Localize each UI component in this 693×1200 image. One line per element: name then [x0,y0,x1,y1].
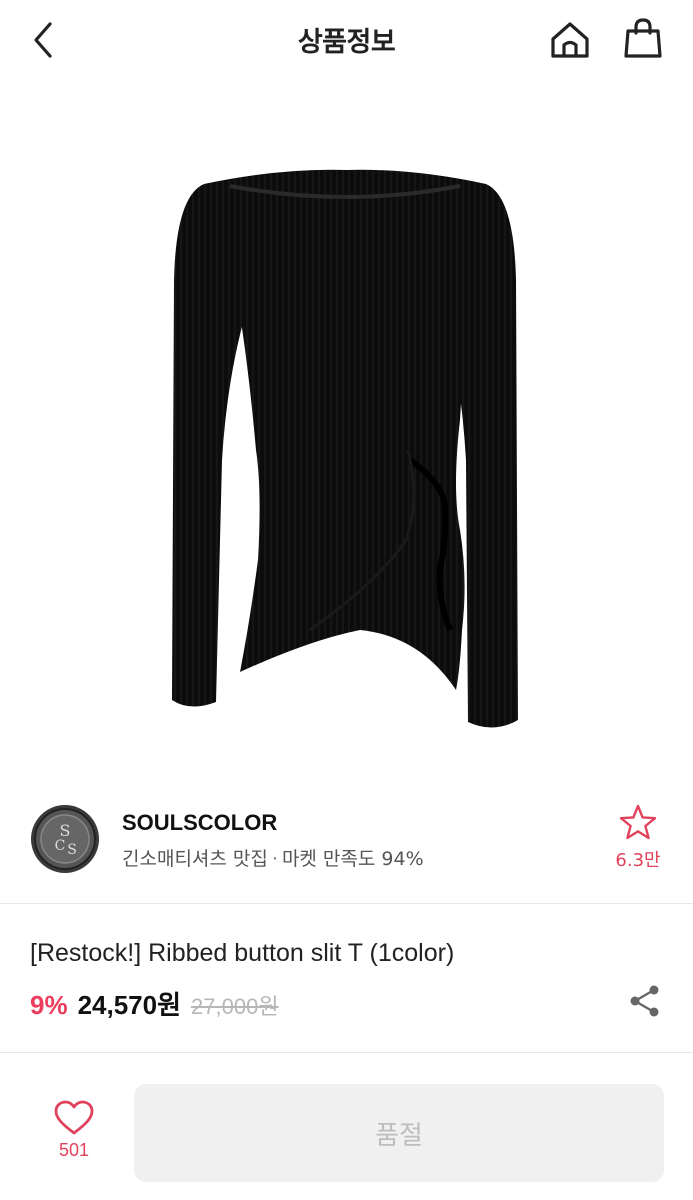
store-tagline: 긴소매티셔츠 맛집 [122,848,268,870]
share-icon [630,985,659,1017]
store-logo[interactable]: S C S [30,804,100,874]
discount-rate: 9% [30,990,68,1020]
market-satisfaction: 마켓 만족도 94% [281,848,424,870]
store-section: S C S SOULSCOLOR 긴소매티셔츠 맛집 · 마켓 만족도 94% 6.… [0,790,693,890]
product-name: [Restock!] Ribbed button slit T (1color) [30,939,455,967]
store-name[interactable]: SOULSCOLOR [122,810,277,836]
original-price: 27,000원 [191,994,279,1019]
home-icon [551,22,589,58]
divider [0,903,693,904]
favorite-count: 6.3만 [615,850,661,871]
top-app-bar: 상품정보 [0,0,693,80]
product-image[interactable] [160,160,532,740]
star-outline-icon [619,804,657,840]
favorite-store-button[interactable]: 6.3만 [600,804,676,884]
like-count: 501 [58,1140,90,1160]
sold-out-button[interactable]: 품절 [134,1084,664,1182]
shopping-bag-icon [624,18,662,58]
store-description: 긴소매티셔츠 맛집 · 마켓 만족도 94% [122,844,424,871]
price-row: 9% 24,570원 27,000원 [30,985,279,1021]
soulscolor-logo: S C S [31,805,99,873]
heart-outline-icon [54,1100,94,1135]
divider [0,1052,693,1053]
shopping-bag-button[interactable] [620,16,666,62]
home-button[interactable] [548,18,592,62]
black-ribbed-long-sleeve-top-image [172,169,518,728]
sale-price: 24,570원 [77,990,182,1020]
like-button[interactable]: 501 [44,1100,104,1170]
svg-text:S: S [67,842,77,858]
separator: · [271,848,278,870]
svg-text:C: C [55,838,66,854]
share-button[interactable] [628,984,662,1018]
bottom-action-bar: 501 품절 [0,1054,693,1200]
